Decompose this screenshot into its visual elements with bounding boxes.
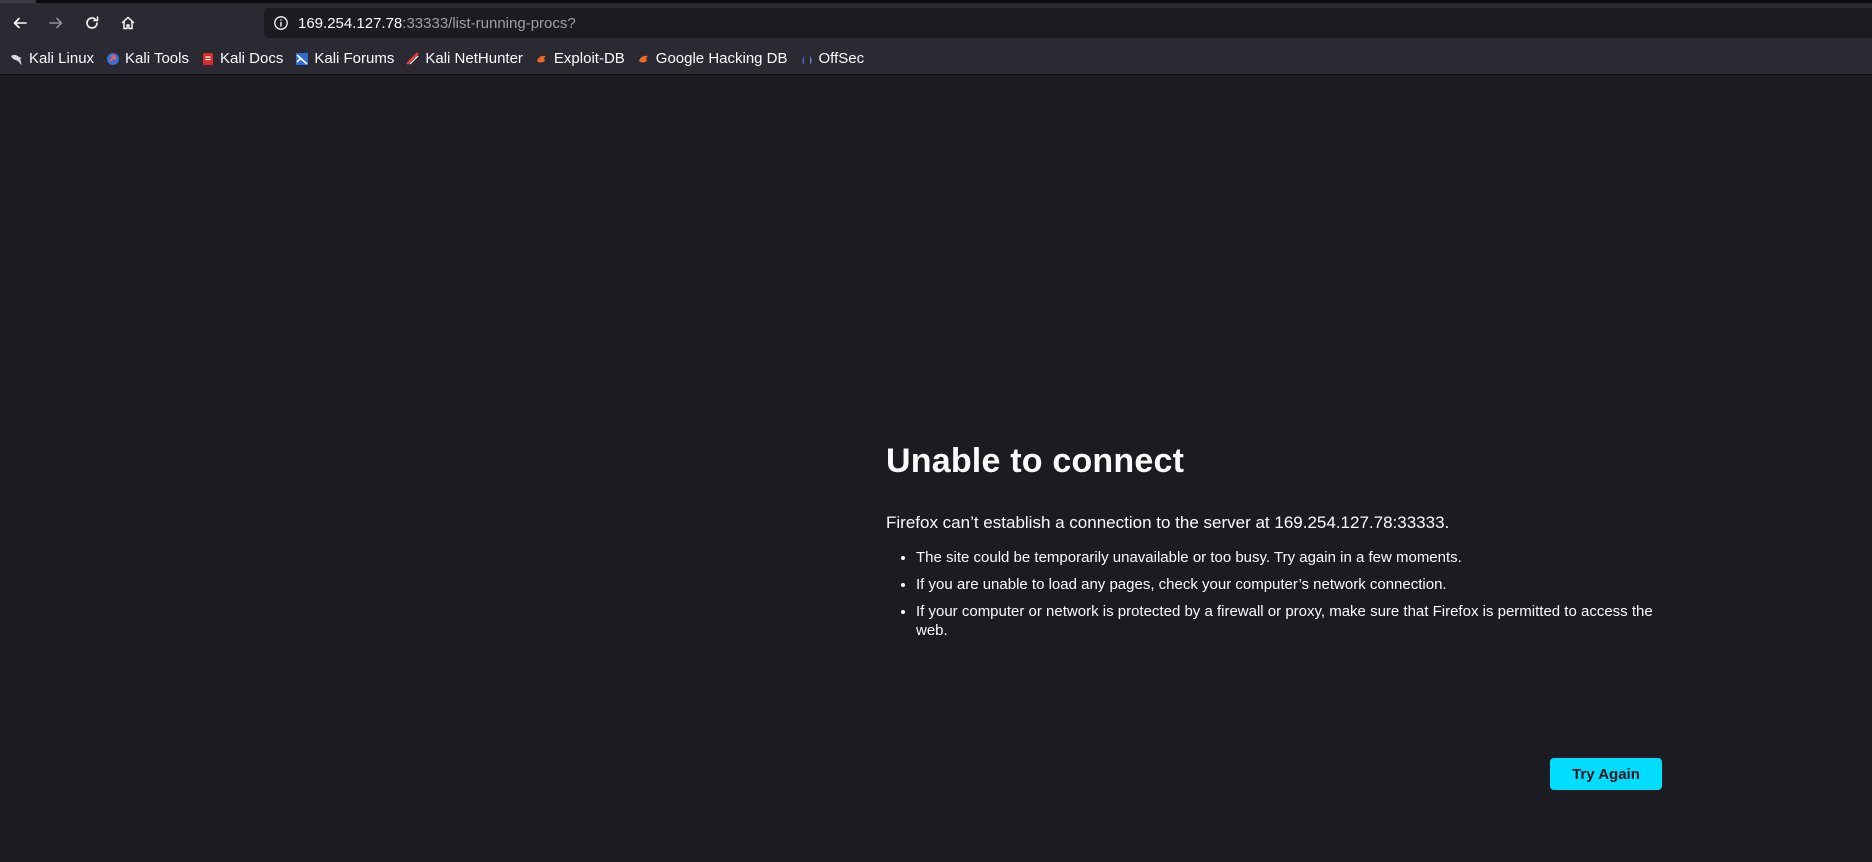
suggestion-item: The site could be temporarily unavailabl… [916,548,1662,567]
url-host: 169.254.127.78 [298,14,403,32]
error-description: Firefox can’t establish a connection to … [886,513,1450,532]
exploit-db-icon [535,52,549,66]
bookmark-label: Exploit-DB [553,50,625,67]
bookmark-kali-forums[interactable]: Kali Forums [291,47,398,71]
suggestion-item: If you are unable to load any pages, che… [916,575,1662,594]
bookmark-kali-linux[interactable]: Kali Linux [6,47,98,71]
url-text[interactable]: 169.254.127.78:33333/list-running-procs? [298,15,576,32]
back-arrow-icon [12,15,28,31]
bookmark-label: Kali Forums [314,50,395,67]
error-suggestions: The site could be temporarily unavailabl… [886,548,1662,640]
home-button[interactable] [114,9,142,37]
url-path: :33333/list-running-procs? [402,14,576,32]
offsec-icon [800,52,814,66]
kali-forums-icon [295,52,309,66]
bookmark-label: OffSec [818,50,865,67]
reload-icon [84,15,100,31]
site-info-icon[interactable] [272,14,290,32]
ghdb-icon [637,52,651,66]
kali-docs-icon [201,52,215,66]
forward-arrow-icon [48,15,64,31]
reload-button[interactable] [78,9,106,37]
back-button[interactable] [6,9,34,37]
address-bar[interactable]: 169.254.127.78:33333/list-running-procs? [264,8,1872,38]
error-title: Unable to connect [886,442,1185,480]
bookmark-label: Kali Linux [29,50,95,67]
bookmark-google-hacking-db[interactable]: Google Hacking DB [633,47,792,71]
error-panel: Unable to connect Firefox can’t establis… [886,440,1662,648]
forward-button[interactable] [42,9,70,37]
bookmark-exploit-db[interactable]: Exploit-DB [531,47,629,71]
bookmark-offsec[interactable]: OffSec [796,47,869,71]
bookmark-kali-nethunter[interactable]: Kali NetHunter [402,47,527,71]
kali-tools-icon [106,52,120,66]
bookmark-label: Kali Docs [219,50,284,67]
bookmark-label: Google Hacking DB [655,50,788,67]
try-again-button[interactable]: Try Again [1550,758,1662,790]
bookmark-label: Kali Tools [125,50,189,67]
bookmark-label: Kali NetHunter [425,50,523,67]
bookmark-kali-docs[interactable]: Kali Docs [197,47,287,71]
suggestion-item: If your computer or network is protected… [916,602,1662,640]
navigation-toolbar: 169.254.127.78:33333/list-running-procs? [0,3,1872,43]
home-icon [120,15,136,31]
kali-dragon-icon [10,52,24,66]
bookmarks-toolbar: Kali Linux Kali Tools Kali Docs Kali For… [0,43,1872,75]
bookmark-kali-tools[interactable]: Kali Tools [102,47,193,71]
kali-nethunter-icon [406,51,420,66]
